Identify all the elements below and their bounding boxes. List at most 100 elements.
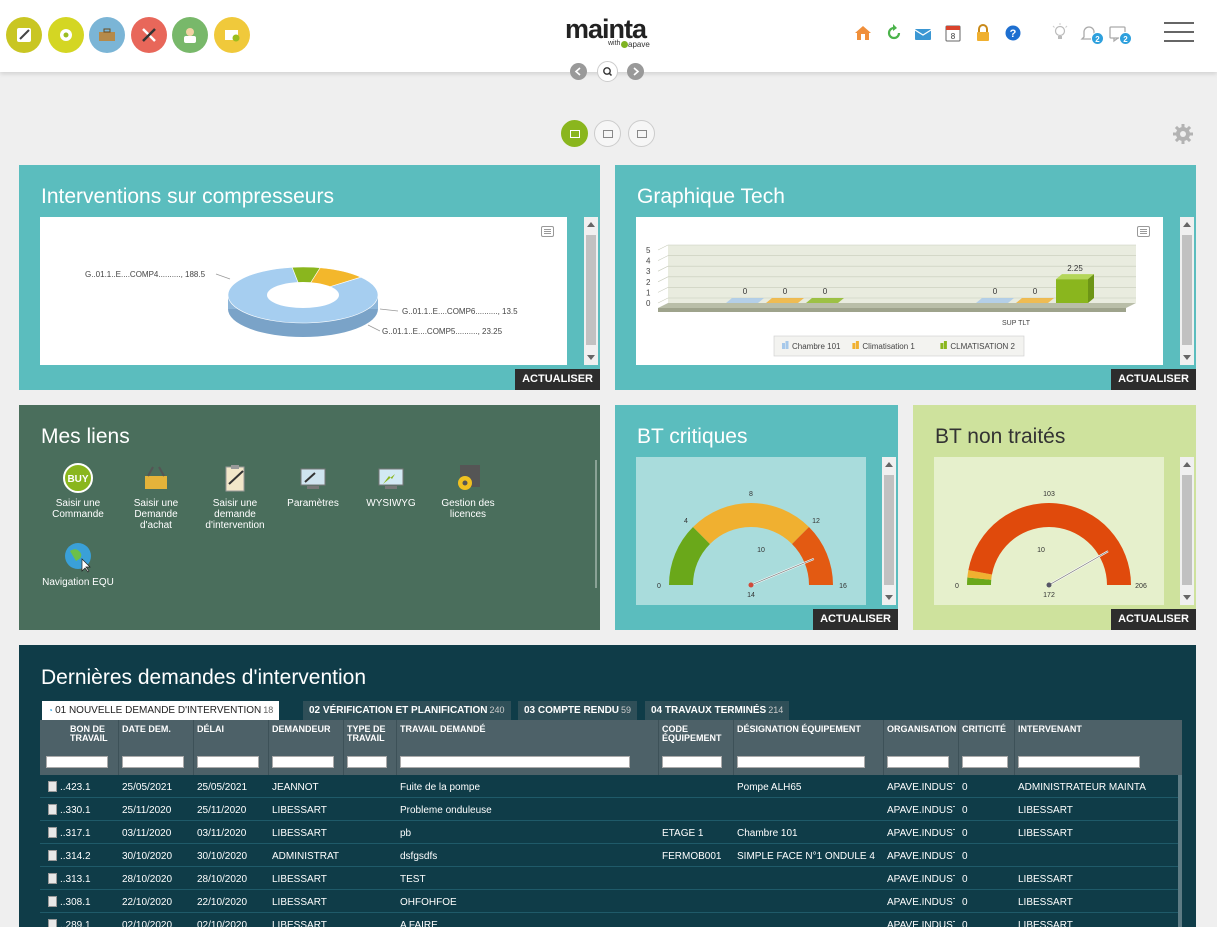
column-filter-input[interactable] xyxy=(46,756,108,768)
scroll-thumb[interactable] xyxy=(1182,475,1192,585)
layout-option-2-button[interactable] xyxy=(594,120,621,147)
app-shortcut-button[interactable] xyxy=(6,17,42,53)
column-header[interactable]: TYPE DE TRAVAIL xyxy=(347,725,393,743)
column-separator[interactable] xyxy=(658,720,659,775)
column-separator[interactable] xyxy=(268,720,269,775)
column-header[interactable]: DATE DEM. xyxy=(122,725,188,734)
column-filter-input[interactable] xyxy=(272,756,334,768)
scroll-down-icon[interactable] xyxy=(587,355,595,360)
scroll-up-icon[interactable] xyxy=(1183,462,1191,467)
link-item[interactable]: Paramètres xyxy=(276,462,350,509)
column-filter-input[interactable] xyxy=(122,756,184,768)
panel-scrollbar[interactable] xyxy=(882,457,896,605)
calendar-button[interactable]: 8 xyxy=(943,23,963,43)
chart-menu-icon[interactable] xyxy=(541,226,554,237)
messages-button[interactable]: 2 xyxy=(1108,23,1132,45)
refresh-non-traites-button[interactable]: ACTUALISER xyxy=(1111,609,1196,630)
links-scrollbar[interactable] xyxy=(595,460,597,588)
scroll-down-icon[interactable] xyxy=(1183,355,1191,360)
table-row[interactable]: ..330.1 25/11/2020 25/11/2020 LIBESSART Prob… xyxy=(40,798,1182,821)
column-header[interactable]: DEMANDEUR xyxy=(272,725,338,734)
tips-button[interactable] xyxy=(1050,23,1070,43)
status-tab[interactable]: 02 VÉRIFICATION ET PLANIFICATION 240 xyxy=(303,701,511,720)
column-filter-input[interactable] xyxy=(197,756,259,768)
table-row[interactable]: ..308.1 22/10/2020 22/10/2020 LIBESSART OHFO… xyxy=(40,890,1182,913)
status-tab[interactable]: ◔ 01 NOUVELLE DEMANDE D'INTERVENTION 18 xyxy=(42,701,280,720)
refresh-tech-button[interactable]: ACTUALISER xyxy=(1111,369,1196,390)
table-row[interactable]: ..289.1 02/10/2020 02/10/2020 LIBESSART A FA… xyxy=(40,913,1182,927)
column-filter-input[interactable] xyxy=(662,756,722,768)
table-row[interactable]: ..314.2 30/10/2020 30/10/2020 ADMINISTRAT ds… xyxy=(40,844,1182,867)
scroll-down-icon[interactable] xyxy=(1183,595,1191,600)
column-separator[interactable] xyxy=(396,720,397,775)
table-row[interactable]: ..313.1 28/10/2020 28/10/2020 LIBESSART TEST… xyxy=(40,867,1182,890)
scroll-thumb[interactable] xyxy=(586,235,596,345)
main-menu-button[interactable] xyxy=(1164,22,1194,44)
status-tab[interactable]: 04 TRAVAUX TERMINÉS 214 xyxy=(645,701,790,720)
column-header[interactable]: ORGANISATION xyxy=(887,725,956,734)
mainta-logo[interactable]: mainta with apave xyxy=(565,14,655,54)
link-item[interactable]: BUY Saisir une Commande xyxy=(41,462,115,520)
link-item[interactable]: WYSIWYG xyxy=(354,462,428,509)
help-button[interactable]: ? xyxy=(1003,23,1023,43)
column-filter-input[interactable] xyxy=(400,756,630,768)
link-item[interactable]: Navigation EQU xyxy=(41,541,115,588)
scroll-thumb[interactable] xyxy=(884,475,894,585)
scroll-up-icon[interactable] xyxy=(885,462,893,467)
notifications-button[interactable]: 2 xyxy=(1079,23,1104,45)
app-shortcut-button[interactable] xyxy=(47,17,84,53)
column-header[interactable]: DÉLAI xyxy=(197,725,263,734)
column-header[interactable]: TRAVAIL DEMANDÉ xyxy=(400,725,654,734)
scroll-down-icon[interactable] xyxy=(885,595,893,600)
refresh-button[interactable] xyxy=(884,23,904,43)
layout-option-3-button[interactable] xyxy=(628,120,655,147)
document-edit-icon[interactable] xyxy=(48,896,57,907)
chart-menu-icon[interactable] xyxy=(1137,226,1150,237)
column-separator[interactable] xyxy=(193,720,194,775)
column-filter-input[interactable] xyxy=(347,756,387,768)
column-separator[interactable] xyxy=(958,720,959,775)
document-edit-icon[interactable] xyxy=(48,827,57,838)
link-item[interactable]: Saisir une demande d'intervention xyxy=(198,462,272,531)
document-edit-icon[interactable] xyxy=(48,804,57,815)
document-edit-icon[interactable] xyxy=(48,873,57,884)
dashboard-settings-button[interactable] xyxy=(1172,123,1194,145)
column-filter-input[interactable] xyxy=(887,756,949,768)
status-tab[interactable]: 03 COMPTE RENDU 59 xyxy=(518,701,638,720)
panel-scrollbar[interactable] xyxy=(1180,457,1194,605)
column-header[interactable]: CODE ÉQUIPEMENT xyxy=(662,725,728,743)
refresh-compresseurs-button[interactable]: ACTUALISER xyxy=(515,369,600,390)
column-header[interactable]: INTERVENANT xyxy=(1018,725,1174,734)
lock-button[interactable] xyxy=(973,23,993,43)
column-header[interactable]: CRITICITÉ xyxy=(962,725,1010,734)
app-shortcut-button[interactable] xyxy=(213,17,250,53)
column-separator[interactable] xyxy=(343,720,344,775)
app-shortcut-button[interactable] xyxy=(89,17,125,53)
refresh-critiques-button[interactable]: ACTUALISER xyxy=(813,609,898,630)
app-shortcut-button[interactable] xyxy=(172,17,208,53)
scroll-up-icon[interactable] xyxy=(587,222,595,227)
panel-scrollbar[interactable] xyxy=(584,217,598,365)
search-button[interactable] xyxy=(597,61,618,82)
document-edit-icon[interactable] xyxy=(48,919,57,927)
next-page-button[interactable] xyxy=(627,63,644,80)
app-shortcut-button[interactable] xyxy=(130,17,167,53)
column-filter-input[interactable] xyxy=(1018,756,1140,768)
column-separator[interactable] xyxy=(1014,720,1015,775)
column-header[interactable]: DÉSIGNATION ÉQUIPEMENT xyxy=(737,725,878,734)
previous-page-button[interactable] xyxy=(570,63,587,80)
panel-scrollbar[interactable] xyxy=(1180,217,1194,365)
link-item[interactable]: Gestion des licences xyxy=(431,462,505,520)
column-filter-input[interactable] xyxy=(737,756,865,768)
document-edit-icon[interactable] xyxy=(48,850,57,861)
column-separator[interactable] xyxy=(118,720,119,775)
column-separator[interactable] xyxy=(733,720,734,775)
link-item[interactable]: Saisir une Demande d'achat xyxy=(119,462,193,531)
scroll-up-icon[interactable] xyxy=(1183,222,1191,227)
table-row[interactable]: ..423.1 25/05/2021 25/05/2021 JEANNOT Fuite … xyxy=(40,775,1182,798)
column-filter-input[interactable] xyxy=(962,756,1008,768)
home-button[interactable] xyxy=(853,23,873,43)
table-row[interactable]: ..317.1 03/11/2020 03/11/2020 LIBESSART pb ET… xyxy=(40,821,1182,844)
mail-button[interactable] xyxy=(913,23,933,43)
grid-scrollbar[interactable] xyxy=(1178,775,1182,927)
